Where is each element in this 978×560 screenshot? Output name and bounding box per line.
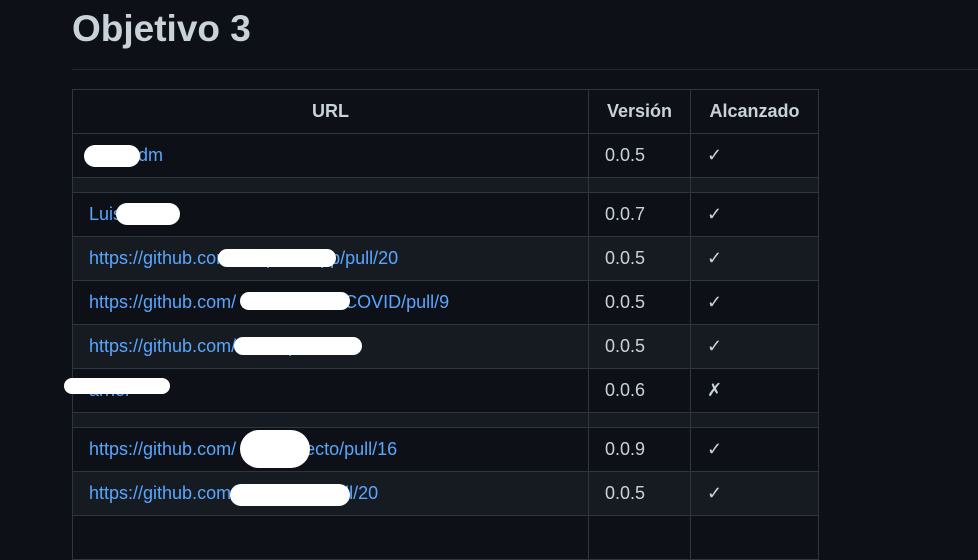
empty-cell [690,412,819,428]
version-cell: 0.0.6 [588,368,691,413]
column-header-url: URL [72,89,589,134]
table-row: https://github.com/ omparerApp/pull/20 0… [72,236,819,281]
redaction-mark [230,484,350,506]
achieved-cell: ✓ [690,236,819,281]
objectives-table: URL Versión Alcanzado m kngdm 0.0.5 ✓ Lu… [72,89,819,560]
table-row: m kngdm 0.0.5 ✓ [72,133,819,178]
table-row: Luis gui 0.0.7 ✓ [72,192,819,237]
version-cell: 0.0.5 [588,324,691,369]
version-cell: 0.0.5 [588,236,691,281]
version-cell: 0.0.5 [588,133,691,178]
achieved-cell [690,515,819,560]
table-row [72,515,819,560]
redaction-mark [240,430,310,468]
redaction-mark [116,203,180,225]
version-cell: 0.0.7 [588,192,691,237]
table-row: https://github.com/ /IV-Proyecto/pull/16… [72,427,819,472]
redaction-mark [240,292,350,310]
version-cell: 0.0.9 [588,427,691,472]
column-header-achieved: Alcanzado [690,89,819,134]
version-cell: 0.0.5 [588,280,691,325]
heading-divider [72,69,978,70]
row-link-empty [72,515,589,560]
redaction-mark [234,337,362,355]
column-header-version: Versión [588,89,691,134]
table-row-empty [72,177,819,193]
table-row: https://github.com/ 18/IV/pull/26 0.0.5 … [72,324,819,369]
redaction-mark [64,378,170,394]
empty-cell [588,412,691,428]
table-row: https://github.com/ BarPower/pull/20 0.0… [72,471,819,516]
version-cell: 0.0.5 [588,471,691,516]
redaction-mark [218,249,336,267]
empty-cell [72,177,589,193]
achieved-cell: ✓ [690,324,819,369]
achieved-cell: ✓ [690,192,819,237]
achieved-cell: ✓ [690,133,819,178]
table-header-row: URL Versión Alcanzado [72,89,819,134]
achieved-cell: ✓ [690,427,819,472]
empty-cell [72,412,589,428]
empty-cell [588,177,691,193]
version-cell [588,515,691,560]
redaction-mark [84,145,140,167]
page-title: Objetivo 3 [72,8,251,49]
empty-cell [690,177,819,193]
achieved-cell: ✓ [690,471,819,516]
achieved-cell: ✓ [690,280,819,325]
table-row: https://github.com/ na/Predictor-COVID/p… [72,280,819,325]
achieved-cell: ✗ [690,368,819,413]
table-row: arher 0.0.6 ✗ [72,368,819,413]
table-row-empty [72,412,819,428]
